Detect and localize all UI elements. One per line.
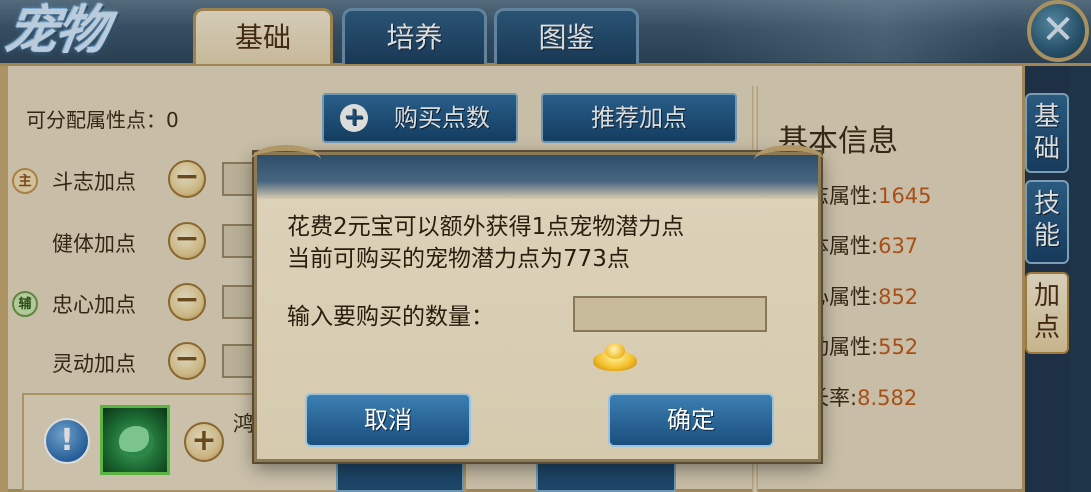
gold-ingot-icon <box>593 343 637 373</box>
confirm-button[interactable]: 确定 <box>608 393 774 447</box>
dialog-header-band <box>257 155 818 199</box>
dialog-message-cost: 花费2元宝可以额外获得1点宠物潜力点 <box>287 214 685 240</box>
cloud-ornament-left <box>251 145 321 175</box>
quantity-input[interactable] <box>573 296 767 332</box>
cancel-button[interactable]: 取消 <box>305 393 471 447</box>
quantity-label: 输入要购买的数量： <box>287 304 494 330</box>
cloud-ornament-right <box>754 145 824 175</box>
dialog-message-available: 当前可购买的宠物潜力点为773点 <box>287 246 630 272</box>
purchase-dialog: 花费2元宝可以额外获得1点宠物潜力点 当前可购买的宠物潜力点为773点 输入要购… <box>251 145 824 462</box>
